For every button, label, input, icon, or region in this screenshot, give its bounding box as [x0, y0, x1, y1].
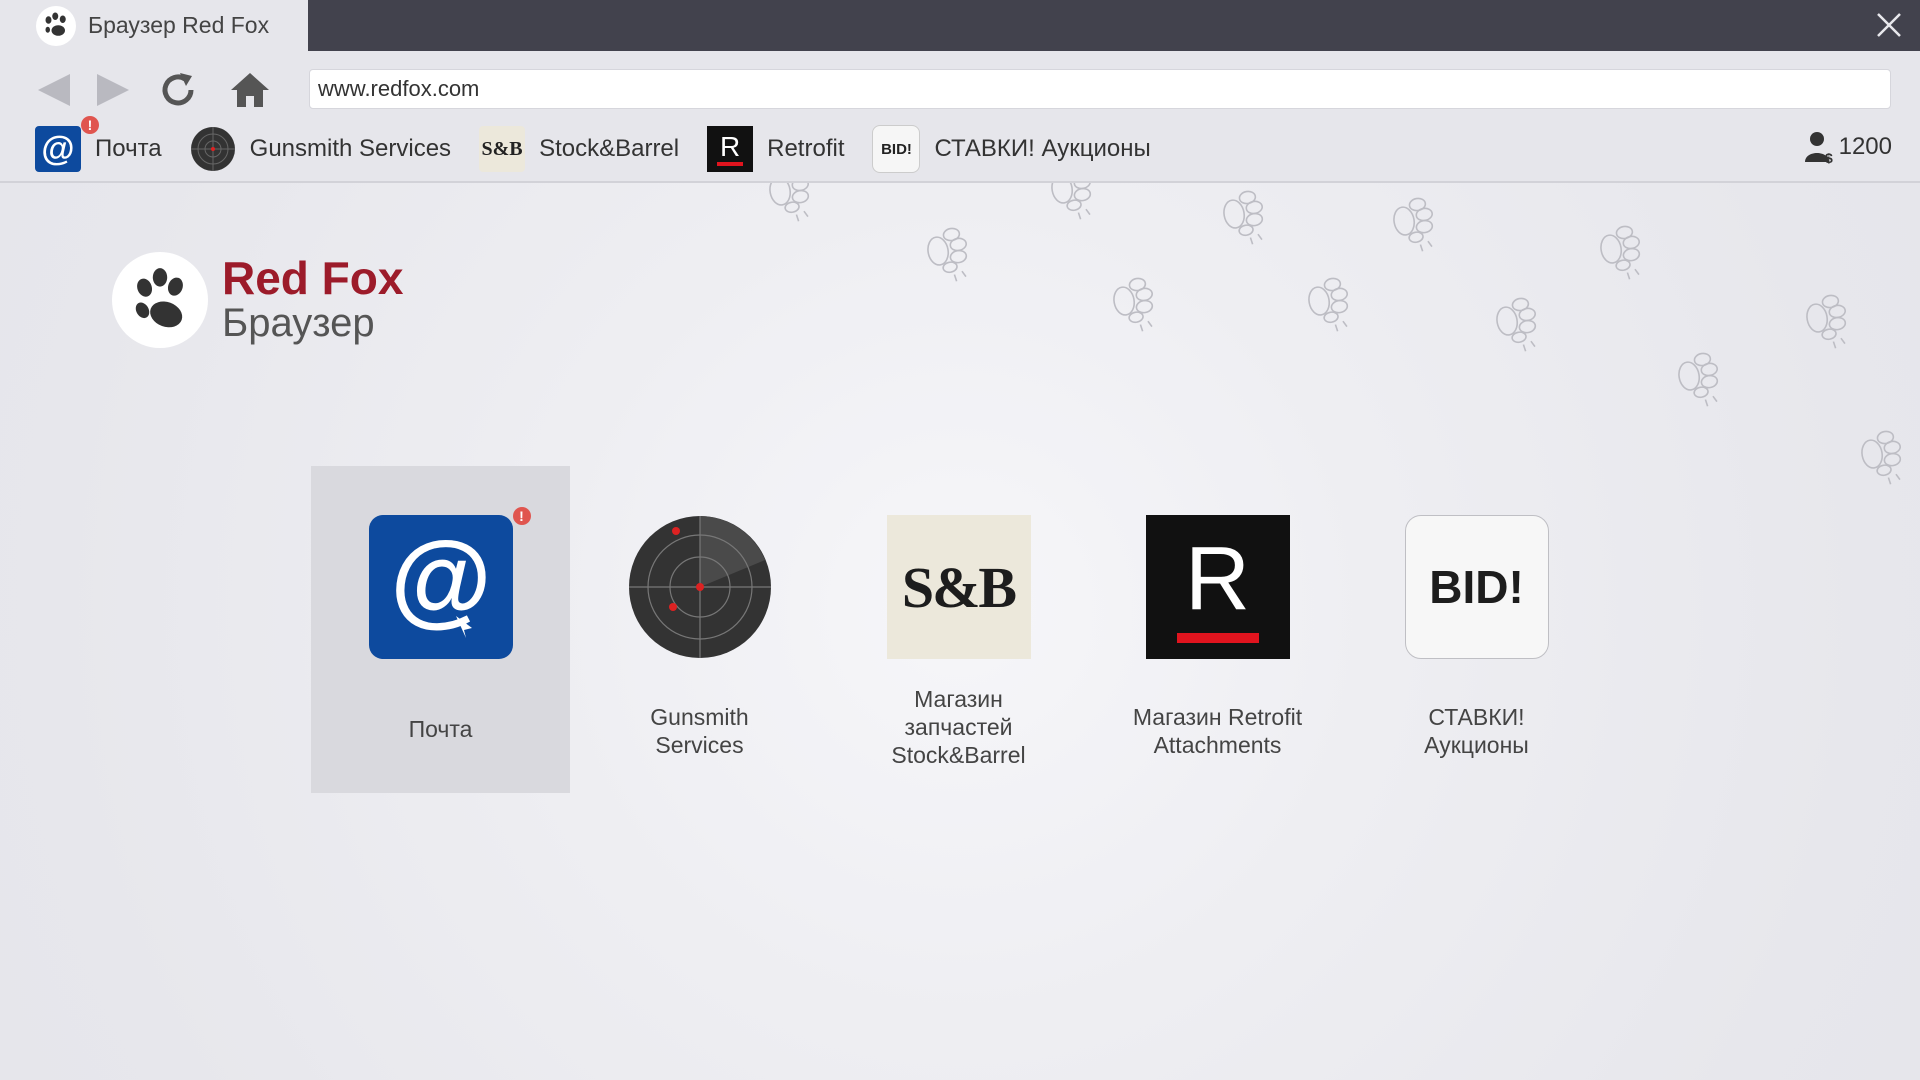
stock-barrel-icon: S&B	[886, 515, 1031, 659]
bookmark-gunsmith[interactable]: Gunsmith Services	[190, 126, 451, 172]
close-button[interactable]	[1874, 10, 1904, 40]
paw-logo-icon	[112, 252, 208, 348]
svg-text:$: $	[1825, 150, 1833, 164]
tile-gunsmith[interactable]: Gunsmith Services	[570, 466, 829, 793]
tile-label: СТАВКИ! Аукционы	[1424, 704, 1529, 758]
alert-badge: !	[81, 116, 99, 134]
tile-label: Магазин Retrofit Attachments	[1132, 704, 1303, 758]
radar-icon	[628, 515, 772, 659]
title-bar: Браузер Red Fox	[0, 0, 1920, 51]
navigation-bar: @ ! Почта Gunsmith Services S&B Stock&	[0, 51, 1920, 183]
tile-bid[interactable]: BID! СТАВКИ! Аукционы	[1347, 466, 1606, 793]
bookmarks-bar: @ ! Почта Gunsmith Services S&B Stock&Ba…	[35, 116, 1179, 174]
browser-tab[interactable]: Браузер Red Fox	[0, 0, 308, 51]
home-icon	[231, 73, 269, 107]
bookmark-label: СТАВКИ! Аукционы	[934, 135, 1151, 162]
logo-subtitle: Браузер	[222, 301, 375, 345]
bookmark-bid[interactable]: BID! СТАВКИ! Аукционы	[872, 125, 1151, 173]
user-money-icon: $	[1804, 132, 1833, 164]
retrofit-icon: R	[707, 126, 754, 172]
home-button[interactable]	[228, 68, 272, 112]
bookmark-label: Retrofit	[767, 135, 845, 162]
back-arrow-icon	[38, 74, 70, 106]
red-fox-logo: Red Fox Браузер	[112, 252, 403, 348]
mail-icon: @ !	[368, 507, 531, 659]
close-icon	[1877, 13, 1901, 37]
bookmark-label: Почта	[95, 135, 162, 162]
forward-arrow-icon	[97, 74, 129, 106]
logo-name: Red Fox	[222, 252, 404, 304]
tab-title: Браузер Red Fox	[88, 12, 270, 38]
tile-label: Gunsmith Services	[650, 704, 749, 758]
alert-badge: !	[512, 507, 531, 525]
address-bar[interactable]	[309, 69, 1891, 109]
bid-icon: BID!	[1404, 515, 1549, 659]
tile-retrofit[interactable]: R Магазин Retrofit Attachments	[1088, 466, 1347, 793]
app-tiles: @ ! Почта Gunsmith Services S&B Магазин …	[311, 466, 1606, 793]
stock-barrel-icon: S&B	[479, 126, 526, 172]
account-balance[interactable]: $ 1200	[1804, 127, 1892, 167]
reload-icon	[162, 73, 194, 106]
bookmark-retrofit[interactable]: R Retrofit	[707, 126, 844, 172]
mail-icon: @ !	[35, 116, 99, 172]
paw-logo-icon	[36, 5, 76, 46]
back-button[interactable]	[32, 68, 76, 112]
bookmark-mail[interactable]: @ ! Почта	[35, 116, 162, 172]
bookmark-stock-barrel[interactable]: S&B Stock&Barrel	[479, 126, 679, 172]
reload-button[interactable]	[156, 68, 200, 112]
bid-icon: BID!	[872, 125, 921, 173]
bookmark-label: Gunsmith Services	[249, 135, 452, 162]
retrofit-icon: R	[1145, 515, 1290, 659]
tile-mail[interactable]: @ ! Почта	[311, 466, 570, 793]
balance-value: 1200	[1838, 133, 1892, 160]
svg-text:@: @	[390, 532, 491, 637]
radar-icon	[190, 126, 236, 172]
tile-label: Почта	[408, 716, 473, 742]
forward-button[interactable]	[91, 68, 135, 112]
tile-stock-barrel[interactable]: S&B Магазин запчастей Stock&Barrel	[829, 466, 1088, 793]
tile-label: Магазин запчастей Stock&Barrel	[891, 686, 1026, 768]
bookmark-label: Stock&Barrel	[539, 135, 680, 162]
